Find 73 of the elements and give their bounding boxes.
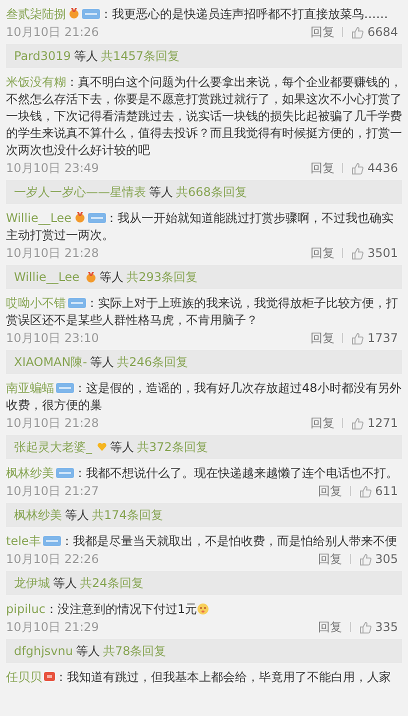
comment-text: pipiluc：没注意到的情况下付过1元 bbox=[6, 601, 402, 618]
thumbs-up-icon[interactable] bbox=[359, 484, 372, 498]
reply-link[interactable]: 回复 bbox=[310, 244, 334, 262]
others-label: 等人 bbox=[100, 268, 124, 286]
reply-summary[interactable]: 一岁人一岁心——星情表 等人 共668条回复 bbox=[6, 180, 402, 204]
reply-link[interactable]: 回复 bbox=[310, 160, 334, 176]
reply-summary[interactable]: Willie__Lee 等人 共293条回复 bbox=[6, 265, 402, 289]
thumbs-up-icon[interactable] bbox=[351, 416, 364, 430]
comment-time: 10月10日 23:49 bbox=[6, 160, 100, 176]
replier-name: Pard3019 bbox=[14, 49, 71, 63]
reply-count-link[interactable]: 共78条回复 bbox=[102, 642, 166, 660]
thumbs-up-icon[interactable] bbox=[359, 552, 372, 566]
reply-summary[interactable]: 枫林纱美 等人 共174条回复 bbox=[6, 503, 402, 527]
thumbs-up-icon[interactable] bbox=[351, 246, 364, 260]
replier-name: 龙伊城 bbox=[14, 574, 50, 592]
reply-summary[interactable]: dfghjsvnu 等人 共78条回复 bbox=[6, 639, 402, 663]
comment-text: 叁贰柒陆捌 ：我更恶心的是快递员连声招呼都不打直接放菜鸟…… bbox=[6, 6, 389, 23]
reply-summary[interactable]: XIAOMAN陳- 等人 共246条回复 bbox=[6, 350, 402, 374]
reply-link[interactable]: 回复 bbox=[318, 482, 342, 500]
like-count: 4436 bbox=[367, 161, 398, 175]
reply-summary[interactable]: 龙伊城 等人 共24条回复 bbox=[6, 571, 402, 595]
comment-time: 10月10日 21:28 bbox=[6, 244, 100, 262]
comment-time: 10月10日 21:29 bbox=[6, 618, 100, 636]
replier-name: 枫林纱美 bbox=[14, 506, 62, 524]
like-count: 611 bbox=[375, 484, 398, 498]
comment-time: 10月10日 23:10 bbox=[6, 330, 100, 346]
reply-count-link[interactable]: 共174条回复 bbox=[92, 506, 163, 524]
reply-count-link[interactable]: 共24条回复 bbox=[80, 574, 144, 592]
reply-summary[interactable]: 张起灵大老婆_ 等人 共372条回复 bbox=[6, 435, 402, 459]
like-count: 1271 bbox=[367, 416, 398, 430]
comment-text: 南亚蝙蝠 ：这是假的，造谣的，我有好几次存放超过48小时都没有另外收费，很方便的巢 bbox=[6, 380, 402, 414]
comment-time: 10月10日 21:28 bbox=[6, 414, 100, 432]
others-label: 等人 bbox=[74, 48, 98, 64]
replier-name: 一岁人一岁心——星情表 bbox=[14, 184, 146, 200]
reply-link[interactable]: 回复 bbox=[318, 618, 342, 636]
reply-count-link[interactable]: 共372条回复 bbox=[137, 438, 208, 456]
reply-summary[interactable]: Pard3019 等人 共1457条回复 bbox=[6, 44, 402, 68]
thumbs-up-icon[interactable] bbox=[359, 620, 372, 634]
reply-count-link[interactable]: 共1457条回复 bbox=[100, 48, 180, 64]
comment-time: 10月10日 21:27 bbox=[6, 482, 100, 500]
replier-name: Willie__Lee bbox=[14, 270, 80, 284]
others-label: 等人 bbox=[65, 506, 89, 524]
thumbs-up-icon[interactable] bbox=[351, 162, 364, 174]
replier-name: dfghjsvnu bbox=[14, 644, 73, 658]
comment-text: 米饭没有糊：真不明白这个问题为什么要拿出来说，每个企业都要赚钱的，不然怎么存活下去，你要是不愿意打赏跳过就行了，如果这次不小心打赏了一块钱，下次记得看清楚跳过去，说实话一块钱的损失比起被骗了几千学费的学生来说真不算什么，值得去投诉？而且我觉得有时候挺方便的，打赏一次两次也没什么好计较的吧 bbox=[6, 74, 402, 159]
comment-text: 任贝贝 ：我知道有跳过，但我基本上都会给，毕竟用了不能白用，人家 bbox=[6, 669, 392, 686]
others-label: 等人 bbox=[110, 438, 134, 456]
like-count: 3501 bbox=[367, 246, 398, 260]
reply-count-link[interactable]: 共246条回复 bbox=[117, 354, 188, 370]
comment-text: 哎呦小不错 ：实际上对于上班族的我来说，我觉得放柜子比较方便，打赏误区还不是某些人群性格马虎，不肯用脑子？ bbox=[6, 295, 399, 329]
reply-link[interactable]: 回复 bbox=[318, 550, 342, 568]
others-label: 等人 bbox=[90, 354, 114, 370]
others-label: 等人 bbox=[76, 642, 100, 660]
replier-name: 张起灵大老婆_ bbox=[14, 438, 92, 456]
reply-link[interactable]: 回复 bbox=[310, 414, 334, 432]
comment-text: 枫林纱美 ：我都不想说什么了。现在快递越来越懒了连个电话也不打。 bbox=[6, 465, 399, 482]
thumbs-up-icon[interactable] bbox=[351, 332, 364, 344]
comment-text: tele丰 ：我都是尽量当天就取出，不是怕收费，而是怕给别人带来不便 bbox=[6, 533, 398, 550]
comment-time: 10月10日 21:26 bbox=[6, 24, 100, 40]
comment-text: Willie__Lee ：我从一开始就知道能跳过打赏步骤啊，不过我也确实主动打赏过一两次。 bbox=[6, 210, 395, 244]
reply-count-link[interactable]: 共293条回复 bbox=[126, 268, 198, 286]
like-count: 305 bbox=[375, 552, 398, 566]
thumbs-up-icon[interactable] bbox=[351, 26, 364, 38]
others-label: 等人 bbox=[149, 184, 173, 200]
reply-count-link[interactable]: 共668条回复 bbox=[176, 184, 247, 200]
like-count: 1737 bbox=[367, 331, 398, 345]
others-label: 等人 bbox=[53, 574, 77, 592]
comment-time: 10月10日 22:26 bbox=[6, 550, 100, 568]
reply-link[interactable]: 回复 bbox=[310, 24, 334, 40]
like-count: 6684 bbox=[367, 25, 398, 39]
reply-link[interactable]: 回复 bbox=[310, 330, 334, 346]
like-count: 335 bbox=[375, 620, 398, 634]
replier-name: XIAOMAN陳- bbox=[14, 354, 88, 370]
